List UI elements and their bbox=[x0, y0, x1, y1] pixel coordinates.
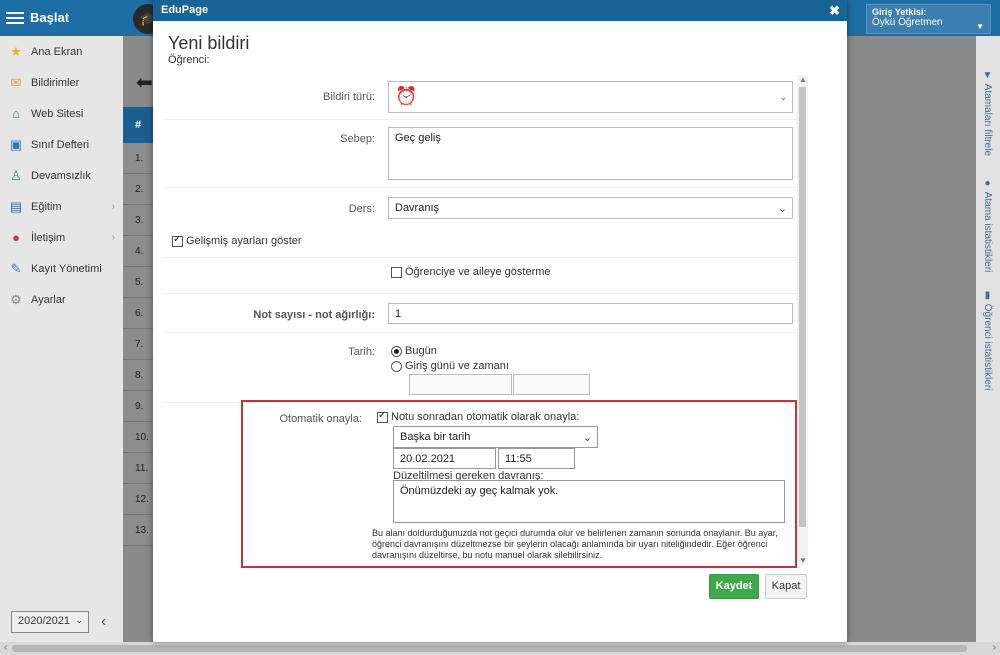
assignment-stats-link[interactable]: ● Atama istatistikleri bbox=[982, 178, 993, 272]
sidebar-item-sinif-defteri[interactable]: ▣ Sınıf Defteri bbox=[0, 129, 123, 160]
close-button[interactable]: Kapat bbox=[765, 574, 807, 599]
sidebar-item-egitim[interactable]: ▤ Eğitim › bbox=[0, 191, 123, 222]
table-row: 1. bbox=[123, 143, 153, 174]
table-row: 4. bbox=[123, 236, 153, 267]
envelope-icon: ✉ bbox=[10, 74, 22, 90]
save-button[interactable]: Kaydet bbox=[709, 574, 759, 599]
hide-from-student-checkbox[interactable]: Öğrenciye ve aileye gösterme bbox=[391, 266, 551, 278]
chat-icon: ● bbox=[12, 230, 20, 245]
custom-time-input[interactable] bbox=[513, 374, 590, 395]
type-label: Bildiri türü: bbox=[323, 91, 375, 103]
row-divider bbox=[163, 119, 803, 120]
pencil-icon: ✎ bbox=[10, 260, 22, 276]
table-row: 11. bbox=[123, 453, 153, 484]
dialog-app-name: EduPage bbox=[161, 4, 209, 16]
sidebar-item-ayarlar[interactable]: ⚙ Ayarlar bbox=[0, 284, 123, 315]
login-user: Öykü Öğretmen bbox=[872, 17, 943, 28]
collapse-sidebar-icon[interactable]: ‹ bbox=[101, 613, 106, 631]
school-year-select[interactable]: 2020/2021 ⌄ bbox=[11, 611, 89, 633]
advanced-settings-checkbox[interactable]: Gelişmiş ayarları göster bbox=[172, 234, 302, 247]
scroll-down-icon[interactable]: ▼ bbox=[799, 556, 807, 565]
reason-label: Sebep: bbox=[340, 133, 375, 145]
table-row: 2. bbox=[123, 174, 153, 205]
date-today-radio[interactable]: Bugün bbox=[391, 345, 437, 357]
chevron-down-icon: ⌄ bbox=[777, 203, 787, 215]
scroll-right-icon[interactable]: › bbox=[993, 642, 996, 653]
dialog-header: EduPage ✖ bbox=[153, 0, 847, 21]
horizontal-scrollbar[interactable]: ‹ › bbox=[0, 642, 1000, 655]
sidebar-item-kayit-yonetimi[interactable]: ✎ Kayıt Yönetimi bbox=[0, 253, 123, 284]
table-header: # bbox=[123, 107, 153, 143]
radio-selected[interactable] bbox=[391, 345, 402, 357]
gear-icon: ⚙ bbox=[10, 291, 22, 307]
scrollbar-thumb[interactable] bbox=[12, 645, 967, 652]
type-select[interactable]: ⏰ ⌄ bbox=[388, 81, 793, 113]
back-arrow-icon[interactable]: ⬅ bbox=[136, 70, 153, 95]
highlight-box bbox=[241, 400, 797, 568]
alarm-clock-icon: ⏰ bbox=[395, 86, 418, 106]
sidebar-item-iletisim[interactable]: ● İletişim › bbox=[0, 222, 123, 253]
chevron-down-icon: ⌄ bbox=[75, 615, 83, 625]
close-icon[interactable]: ✖ bbox=[829, 3, 840, 19]
chevron-down-icon: ⌄ bbox=[779, 92, 787, 102]
chevron-right-icon: › bbox=[111, 201, 115, 212]
date-custom-radio[interactable]: Giriş günü ve zamanı bbox=[391, 360, 509, 372]
table-row: 3. bbox=[123, 205, 153, 236]
sidebar-item-web-sitesi[interactable]: ⌂ Web Sitesi bbox=[0, 98, 123, 129]
scrollbar-thumb[interactable] bbox=[799, 87, 806, 527]
table-row: 7. bbox=[123, 329, 153, 360]
notebook-icon: ▣ bbox=[9, 136, 23, 152]
table-row: 5. bbox=[123, 267, 153, 298]
filter-assignments-link[interactable]: ▼ Atamaları filtrele bbox=[982, 70, 993, 156]
custom-date-input[interactable] bbox=[409, 374, 512, 395]
hamburger-menu-icon[interactable] bbox=[6, 9, 24, 27]
table-row: 10. bbox=[123, 422, 153, 453]
row-divider bbox=[163, 187, 803, 188]
checkbox-unchecked[interactable] bbox=[391, 266, 402, 278]
login-label: Giriş Yetkisi: bbox=[872, 7, 927, 17]
person-icon: ♙ bbox=[10, 167, 22, 183]
dialog-title: Yeni bildiri bbox=[168, 33, 250, 53]
table-row: 6. bbox=[123, 298, 153, 329]
table-row: 12. bbox=[123, 484, 153, 515]
home-icon: ⌂ bbox=[12, 106, 20, 121]
caret-down-icon: ▼ bbox=[976, 22, 984, 31]
sidebar-item-ana-ekran[interactable]: ★ Ana Ekran bbox=[0, 36, 123, 67]
dialog-subtitle: Öğrenci: bbox=[168, 54, 210, 66]
checkbox-checked[interactable] bbox=[172, 234, 183, 247]
login-user-dropdown[interactable]: Giriş Yetkisi: Öykü Öğretmen ▼ bbox=[866, 4, 991, 34]
sidebar: ★ Ana Ekran ✉ Bildirimler ⌂ Web Sitesi ▣ Sın… bbox=[0, 36, 123, 642]
star-icon: ★ bbox=[10, 43, 22, 59]
reason-textarea[interactable]: Geç geliş bbox=[388, 127, 793, 180]
row-divider bbox=[163, 257, 803, 258]
briefcase-icon: ▤ bbox=[9, 198, 23, 214]
row-divider bbox=[163, 332, 803, 333]
chevron-right-icon: › bbox=[111, 232, 115, 243]
sidebar-item-bildirimler[interactable]: ✉ Bildirimler bbox=[0, 67, 123, 98]
grade-input[interactable]: 1 bbox=[388, 303, 793, 324]
dialog-vertical-scrollbar[interactable]: ▲ ▼ bbox=[797, 75, 808, 565]
table-row: 13. bbox=[123, 515, 153, 546]
row-divider bbox=[163, 293, 803, 294]
table-row: 8. bbox=[123, 360, 153, 391]
date-label: Tarih: bbox=[348, 346, 375, 358]
scroll-left-icon[interactable]: ‹ bbox=[4, 642, 7, 653]
scroll-up-icon[interactable]: ▲ bbox=[799, 75, 807, 84]
subject-select[interactable]: Davranış ⌄ bbox=[388, 197, 793, 219]
start-label[interactable]: Başlat bbox=[30, 10, 69, 25]
table-row: 9. bbox=[123, 391, 153, 422]
student-stats-link[interactable]: ▮ Öğrenci istatistikleri bbox=[982, 290, 993, 390]
radio-unselected[interactable] bbox=[391, 360, 402, 372]
grade-label: Not sayısı - not ağırlığı: bbox=[253, 309, 375, 321]
subject-label: Ders: bbox=[348, 203, 375, 215]
sidebar-item-devamsizlik[interactable]: ♙ Devamsızlık bbox=[0, 160, 123, 191]
